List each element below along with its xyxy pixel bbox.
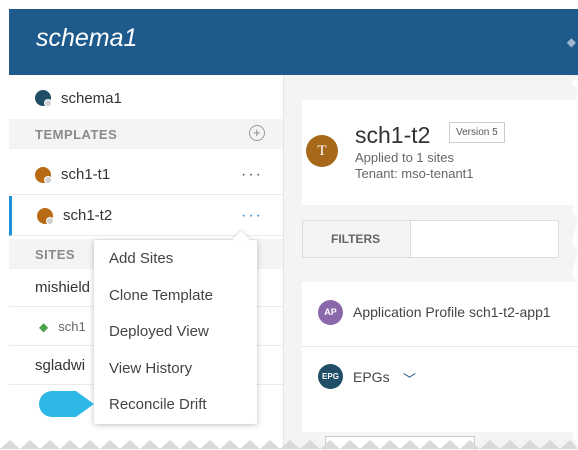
templates-section-label: TEMPLATES [35,126,118,142]
filters-label: FILTERS [303,221,411,257]
filters-input[interactable] [411,221,558,257]
app-profile-icon: AP [318,300,343,325]
schema-icon [35,90,52,107]
template-item-sch1-t1[interactable]: sch1-t1 ··· [9,155,283,195]
tenant-text: Tenant: mso-tenant1 [355,166,474,181]
template-label: sch1-t1 [61,166,111,183]
shield-icon: ◆ [39,319,49,334]
template-icon [35,166,52,184]
sidebar-schema-item[interactable]: schema1 [9,85,283,111]
more-options-icon[interactable]: ··· [241,207,263,225]
template-label: sch1-t2 [63,207,113,224]
site-label: sgladwi [35,357,86,374]
menu-item-add-sites[interactable]: Add Sites [109,250,173,267]
schema-label: schema1 [61,89,122,107]
template-item-sch1-t2[interactable]: sch1-t2 ··· [9,196,283,236]
template-name: sch1-t2 [355,122,431,148]
filters-bar: FILTERS [302,220,559,258]
callout-pointer [39,391,94,417]
chevron-right-icon: ◆ [566,35,576,49]
templates-section-header: TEMPLATES + [9,119,283,149]
menu-item-deployed-view[interactable]: Deployed View [109,323,209,340]
site-label: mishield [35,279,91,296]
sites-section-label: SITES [35,246,76,262]
chevron-down-icon[interactable]: ﹀ [403,369,416,388]
applied-sites-text: Applied to 1 sites [355,150,455,165]
epgs-label[interactable]: EPGs [353,369,390,385]
menu-item-view-history[interactable]: View History [109,360,192,377]
divider [302,346,578,347]
epg-icon: EPG [318,364,343,389]
site-label: sch1 [58,319,86,334]
schema-title: schema1 [36,24,138,52]
template-avatar: T [306,135,338,167]
add-template-icon[interactable]: + [249,125,265,141]
app-header: schema1 ◆ [9,9,578,75]
menu-item-reconcile-drift[interactable]: Reconcile Drift [109,396,207,413]
torn-edge-right [572,75,578,449]
torn-edge-bottom [0,440,578,449]
more-options-icon[interactable]: ··· [241,166,263,184]
menu-item-clone-template[interactable]: Clone Template [109,287,213,304]
app-profile-label[interactable]: Application Profile sch1-t2-app1 [353,304,551,320]
version-badge: Version 5 [449,122,505,143]
template-context-menu: Add Sites Clone Template Deployed View V… [94,230,257,424]
template-icon [37,207,54,225]
